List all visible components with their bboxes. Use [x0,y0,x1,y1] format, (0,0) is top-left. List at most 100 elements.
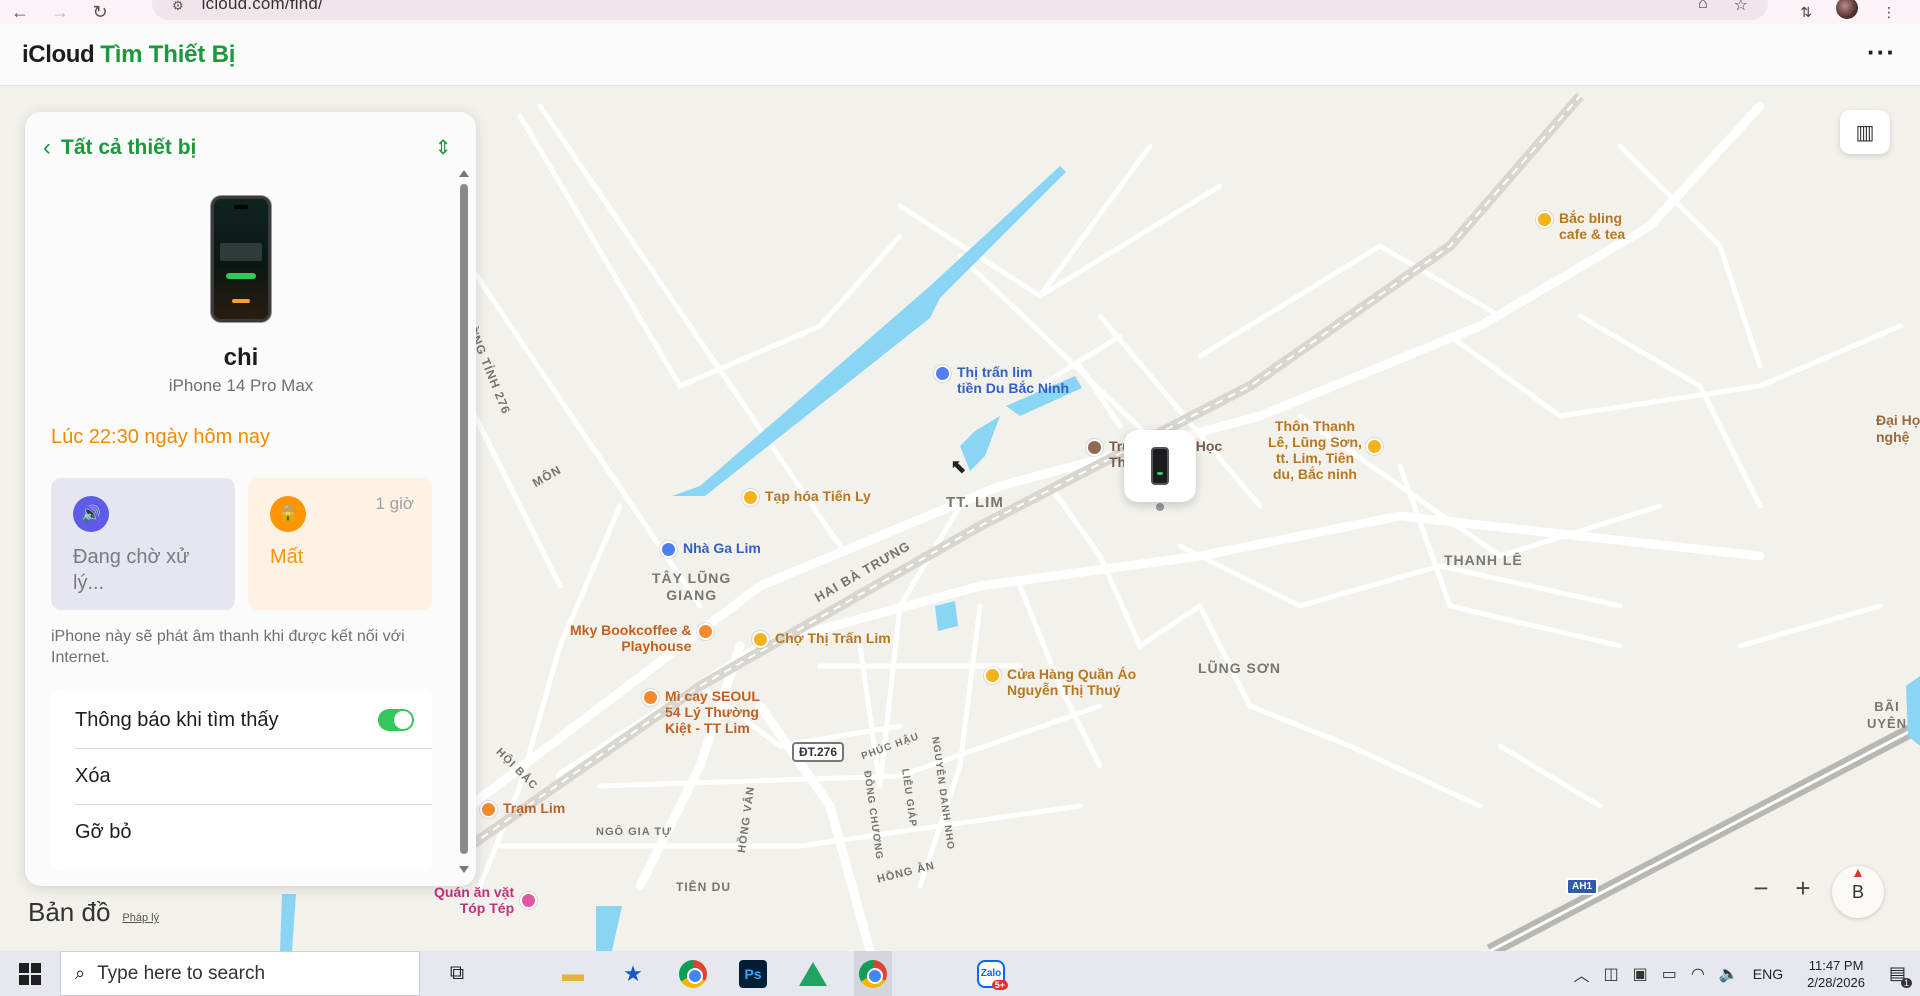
address-bar[interactable]: ⚙ icloud.com/find/ ⌂ ☆ [152,0,1768,20]
reload-icon: ↻ [92,1,108,22]
arrow-right-icon: → [51,1,69,22]
poi-label: Nhà Ga Lim [683,540,761,556]
notification-icon[interactable]: ▤ 1 [1889,963,1912,988]
scroll-up-arrow-icon[interactable] [459,170,469,177]
poi-tram-lim[interactable]: Trạm Lim [480,800,565,818]
mouse-cursor-icon: ⬉ [950,456,967,478]
chrome-active-window-icon[interactable] [854,951,892,996]
extension-icon[interactable]: ⌂ [1698,0,1708,15]
volume-icon[interactable]: 🔈 [1719,964,1739,984]
photoshop-icon[interactable]: Ps [734,951,772,996]
security-icon[interactable]: ▣ [1633,964,1648,984]
legal-link[interactable]: Pháp lý [122,912,159,924]
collapse-panel-icon[interactable]: ⇕ [432,134,454,160]
zalo-icon[interactable]: Zalo 5+ [972,951,1010,996]
back-button[interactable]: ← [0,0,40,24]
food-icon [520,892,538,909]
remove-device-row[interactable]: Gỡ bỏ [51,804,432,860]
chrome-icon[interactable] [674,951,712,996]
zoom-control: − + [1740,870,1824,906]
notification-count: 1 [1900,978,1912,988]
more-options-button[interactable]: ··· [1867,39,1896,65]
lost-mode-label: Mất [270,546,304,568]
zoom-in-button[interactable]: + [1795,873,1810,904]
battery-icon[interactable]: ▭ [1662,964,1677,984]
road-shield-ah1: AH1 [1566,878,1599,895]
area-dai-hoc: Đại Họ nghệ [1876,412,1920,445]
site-info-icon[interactable]: ⚙ [172,0,184,14]
photoshop-logo: Ps [739,959,767,988]
compass-button[interactable]: B [1832,866,1884,918]
school-icon [1086,438,1103,456]
last-seen-time: Lúc 22:30 ngày hôm nay [51,426,271,448]
toggle-knob [394,711,412,729]
street-tien-du: TIÊN DU [676,880,731,894]
poi-label: Thị trấn lim tiền Du Bắc Ninh [957,364,1070,396]
poi-quan-an-vat[interactable]: Quán ăn vặt Tóp Tép [434,884,543,916]
map-type-button[interactable]: ▥ [1840,110,1890,154]
sound-note: iPhone này sẽ phát âm thanh khi được kết… [51,628,405,666]
notify-when-found-row[interactable]: Thông báo khi tìm thấy [51,692,432,748]
compass-label: B [1851,881,1864,902]
poi-cho-thi-tran[interactable]: Chợ Thị Trấn Lim [752,630,891,648]
poi-mky-bookcoffee[interactable]: Mky Bookcoffee & Playhouse [570,622,720,654]
app-name: Tìm Thiết Bị [100,40,236,68]
profile-avatar[interactable] [1836,0,1858,19]
clock-time: 11:47 PM [1808,957,1864,973]
chevron-up-icon[interactable]: ︿ [1574,962,1590,986]
erase-device-row[interactable]: Xóa [51,748,432,804]
poi-bac-bling[interactable]: Bắc bling cafe & tea [1536,210,1625,242]
play-sound-card[interactable]: 🔊 Đang chờ xử lý... [51,478,235,610]
poi-label: Tạp hóa Tiến Ly [765,488,871,504]
browser-toolbar: ← → ↻ ⚙ icloud.com/find/ ⌂ ☆ ⇅ ⋮ [0,0,1920,24]
remove-device-label: Gỡ bỏ [75,820,132,843]
brand-name: iCloud [22,40,95,68]
start-button[interactable] [0,951,60,996]
panel-scrollbar[interactable] [458,170,470,882]
browser-menu-icon[interactable]: ⋮ [1882,4,1896,21]
meet-icon[interactable]: ◫ [1604,964,1619,984]
call-button-graphic [226,273,256,279]
tab-search-icon[interactable]: ⇅ [1800,4,1812,21]
device-name: chi [223,344,259,371]
zoom-out-button[interactable]: − [1753,873,1768,904]
lost-mode-card[interactable]: 🔒 1 giờ Mất [248,478,432,610]
apple-maps-logo: Bản đồ [28,897,110,928]
star-pin-icon [934,364,951,382]
play-sound-status: Đang chờ xử lý... [73,546,190,594]
all-devices-label: Tất cả thiết bị [61,136,197,159]
clock[interactable]: 11:47 PM 2/28/2026 [1807,957,1865,991]
wifi-icon[interactable]: ◠ [1691,964,1705,984]
scroll-down-arrow-icon[interactable] [459,866,469,873]
maps-attribution: Bản đồ Pháp lý [28,897,159,928]
poi-label: Mky Bookcoffee & Playhouse [570,622,692,654]
poi-nha-ga-lim[interactable]: Nhà Ga Lim [660,540,761,558]
reload-button[interactable]: ↻ [80,0,120,24]
pinned-star-app-icon[interactable]: ★ [614,951,652,996]
poi-label: Bắc bling cafe & tea [1559,210,1626,242]
arrow-left-icon: ← [11,1,29,22]
forward-button[interactable]: → [40,0,80,24]
device-pin[interactable] [1124,430,1196,502]
device-panel: ‹ Tất cả thiết bị ⇕ chi iPhone 14 Pro Ma… [25,112,476,886]
google-drive-icon[interactable] [794,951,832,996]
search-icon: ⌕ [75,963,86,983]
notify-when-found-toggle[interactable] [378,709,414,731]
poi-label: Trạm Lim [503,800,566,816]
shop-icon [1365,438,1383,455]
file-explorer-icon[interactable]: ▬ [554,951,592,996]
poi-thon-thanh-le[interactable]: Thôn Thanh Lê, Lũng Sơn, tt. Lim, Tiên d… [1268,418,1389,482]
bookmark-star-icon[interactable]: ☆ [1734,0,1748,15]
area-lung-son: LŨNG SƠN [1198,660,1281,676]
poi-thi-tran-lim[interactable]: Thị trấn lim tiền Du Bắc Ninh [934,364,1069,396]
poi-tap-hoa[interactable]: Tạp hóa Tiến Ly [742,488,871,506]
poi-cua-hang-quan-ao[interactable]: Cửa Hàng Quần Áo Nguyễn Thị Thuý [984,666,1136,698]
task-view-icon[interactable]: ⧉ [438,951,476,996]
language-indicator[interactable]: ENG [1753,966,1783,982]
restaurant-icon [480,800,497,818]
poi-mi-cay-seoul[interactable]: Mì cay SEOUL 54 Lý Thường Kiệt - TT Lim [642,688,760,736]
taskbar-search[interactable]: ⌕ Type here to search [60,951,420,996]
scroll-thumb[interactable] [460,184,468,854]
all-devices-link[interactable]: ‹ Tất cả thiết bị [43,134,196,162]
compass-needle-icon [1854,869,1862,877]
